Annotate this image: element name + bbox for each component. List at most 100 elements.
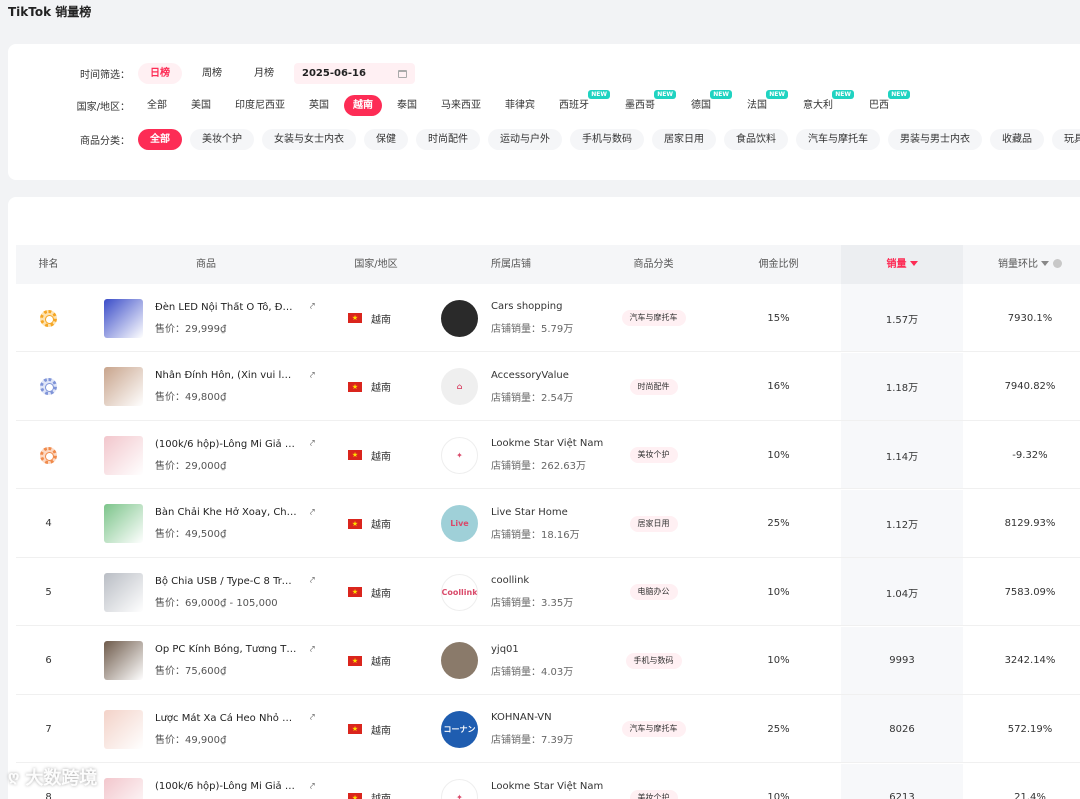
shop-cell[interactable]: ✦ Lookme Star Việt Nam店铺销量：: [441, 764, 611, 799]
country-name: 越南: [371, 520, 391, 531]
shop-cell[interactable]: ✦ Lookme Star Việt Nam 店铺销量：262.63万: [441, 421, 611, 489]
shop-name[interactable]: Live Star Home: [491, 507, 580, 518]
product-cell[interactable]: (100k/6 hộp)-Lông Mi Giả Siêu Tự Nhiên ⤤ 售…: [104, 421, 319, 489]
shop-avatar[interactable]: ✦: [441, 436, 478, 474]
external-link-icon[interactable]: ⤤: [310, 576, 315, 586]
table-row[interactable]: 6 Ốp PC Kính Bóng, Tương Thích iPhone ⤤ 售价：…: [16, 626, 1080, 695]
product-cell[interactable]: Đèn LED Nội Thất Ô Tô, Đèn Trang Trí ⤤ 售价：…: [104, 284, 319, 352]
table-row[interactable]: 5 Bộ Chia USB / Type-C 8 Trong 1 ⤤ 售价：69,00…: [16, 558, 1080, 626]
product-cell[interactable]: Nhẫn Đính Hôn, (Xin vui lòng ghi chú siz…: [104, 353, 319, 421]
external-link-icon[interactable]: ⤤: [310, 508, 315, 518]
region-option[interactable]: 西班牙 NEW: [550, 90, 610, 116]
shop-cell[interactable]: ⌂ AccessoryValue 店铺销量：2.54万: [441, 353, 611, 421]
shop-name[interactable]: KOHNAN-VN: [491, 712, 573, 723]
table-row[interactable]: (100k/6 hộp)-Lông Mi Giả Siêu Tự Nhiên ⤤ 售…: [16, 421, 1080, 489]
product-cell[interactable]: (100k/6 hộp)-Lông Mi Giả Kiểu Hàn Quốc⤤售…: [104, 764, 319, 799]
external-link-icon[interactable]: ⤤: [310, 371, 315, 381]
shop-avatar[interactable]: [441, 642, 478, 679]
table-row[interactable]: Đèn LED Nội Thất Ô Tô, Đèn Trang Trí ⤤ 售价：…: [16, 284, 1080, 352]
product-title[interactable]: Đèn LED Nội Thất Ô Tô, Đèn Trang Trí: [155, 302, 297, 313]
table-row[interactable]: 8 (100k/6 hộp)-Lông Mi Giả Kiểu Hàn Quốc ⤤…: [16, 763, 1080, 799]
region-option[interactable]: 泰国: [388, 95, 426, 116]
category-option[interactable]: 汽车与摩托车: [796, 129, 880, 150]
region-option[interactable]: 印度尼西亚: [226, 95, 294, 116]
product-title[interactable]: (100k/6 hộp)-Lông Mi Giả Siêu Tự Nhiên: [155, 439, 297, 450]
shop-avatar[interactable]: [441, 299, 478, 337]
shop-name[interactable]: AccessoryValue: [491, 370, 573, 381]
product-cell[interactable]: Bộ Chia USB / Type-C 8 Trong 1 ⤤ 售价：69,000…: [104, 558, 319, 626]
region-cell: ★ 越南: [348, 627, 428, 695]
shop-cell[interactable]: Live Live Star Home 店铺销量：18.16万: [441, 490, 611, 558]
header-sales-sort[interactable]: 销量: [841, 245, 963, 284]
product-thumbnail[interactable]: [104, 298, 143, 338]
shop-cell[interactable]: コーナン KOHNAN-VN 店铺销量：7.39万: [441, 695, 611, 763]
product-cell[interactable]: Lược Mát Xa Cá Heo Nhỏ 4 Trong 1 ⤤ 售价：49,9…: [104, 695, 319, 763]
product-thumbnail[interactable]: [104, 778, 143, 799]
shop-name[interactable]: Lookme Star Việt Nam: [491, 438, 603, 449]
shop-avatar[interactable]: ⌂: [441, 368, 478, 405]
product-cell[interactable]: Ốp PC Kính Bóng, Tương Thích iPhone ⤤ 售价：7…: [104, 627, 319, 695]
category-option[interactable]: 居家日用: [652, 129, 716, 150]
shop-avatar[interactable]: Coollink: [441, 573, 478, 611]
category-option[interactable]: 时尚配件: [416, 129, 480, 150]
region-option[interactable]: 马来西亚: [432, 95, 490, 116]
product-title[interactable]: Bàn Chải Khe Hở Xoay, Chổi Vệ Sinh: [155, 507, 297, 518]
time-option-day[interactable]: 日榜: [138, 63, 182, 84]
region-option[interactable]: 德国 NEW: [682, 90, 732, 116]
shop-name[interactable]: yjq01: [491, 644, 573, 655]
region-option[interactable]: 英国: [300, 95, 338, 116]
category-option[interactable]: 全部: [138, 129, 182, 150]
region-option[interactable]: 墨西哥 NEW: [616, 90, 676, 116]
region-option[interactable]: 菲律宾: [496, 95, 544, 116]
category-option[interactable]: 收藏品: [990, 129, 1044, 150]
table-row[interactable]: Nhẫn Đính Hôn, (Xin vui lòng ghi chú siz…: [16, 352, 1080, 421]
time-option-month[interactable]: 月榜: [242, 63, 286, 84]
product-thumbnail[interactable]: [104, 641, 143, 680]
product-thumbnail[interactable]: [104, 572, 143, 612]
region-option[interactable]: 全部: [138, 95, 176, 116]
external-link-icon[interactable]: ⤤: [310, 439, 315, 449]
category-option[interactable]: 女装与女士内衣: [262, 129, 356, 150]
shop-cell[interactable]: Coollink coollink 店铺销量：3.35万: [441, 558, 611, 626]
category-option[interactable]: 运动与户外: [488, 129, 562, 150]
category-option[interactable]: 食品饮料: [724, 129, 788, 150]
time-option-week[interactable]: 周榜: [190, 63, 234, 84]
category-option[interactable]: 美妆个护: [190, 129, 254, 150]
product-thumbnail[interactable]: [104, 367, 143, 406]
region-option[interactable]: 美国: [182, 95, 220, 116]
shop-name[interactable]: Lookme Star Việt Nam: [491, 781, 603, 792]
region-option[interactable]: 越南: [344, 95, 382, 116]
header-growth-sort[interactable]: 销量环比: [966, 245, 1080, 284]
category-option[interactable]: 玩具和爱好: [1052, 129, 1080, 150]
shop-name[interactable]: coollink: [491, 575, 573, 586]
table-row[interactable]: 7 Lược Mát Xa Cá Heo Nhỏ 4 Trong 1 ⤤ 售价：49,…: [16, 695, 1080, 763]
info-icon[interactable]: [1053, 259, 1062, 268]
region-option[interactable]: 巴西 NEW: [860, 90, 910, 116]
shop-cell[interactable]: yjq01 店铺销量：4.03万: [441, 627, 611, 695]
region-option[interactable]: 法国 NEW: [738, 90, 788, 116]
date-picker[interactable]: 2025-06-16: [294, 63, 415, 84]
shop-avatar[interactable]: ✦: [441, 779, 478, 799]
external-link-icon[interactable]: ⤤: [310, 302, 315, 312]
shop-cell[interactable]: Cars shopping 店铺销量：5.79万: [441, 284, 611, 352]
category-option[interactable]: 手机与数码: [570, 129, 644, 150]
category-option[interactable]: 保健: [364, 129, 408, 150]
product-title[interactable]: (100k/6 hộp)-Lông Mi Giả Kiểu Hàn Quốc: [155, 781, 297, 792]
product-thumbnail[interactable]: [104, 504, 143, 543]
external-link-icon[interactable]: ⤤: [310, 713, 315, 723]
product-title[interactable]: Ốp PC Kính Bóng, Tương Thích iPhone: [155, 644, 297, 655]
product-thumbnail[interactable]: [104, 709, 143, 749]
product-title[interactable]: Nhẫn Đính Hôn, (Xin vui lòng ghi chú siz…: [155, 370, 297, 381]
region-option[interactable]: 意大利 NEW: [794, 90, 854, 116]
shop-name[interactable]: Cars shopping: [491, 301, 573, 312]
external-link-icon[interactable]: ⤤: [310, 645, 315, 655]
external-link-icon[interactable]: ⤤: [310, 782, 315, 792]
table-row[interactable]: 4 Bàn Chải Khe Hở Xoay, Chổi Vệ Sinh ⤤ 售价：4…: [16, 489, 1080, 558]
shop-avatar[interactable]: Live: [441, 505, 478, 542]
product-cell[interactable]: Bàn Chải Khe Hở Xoay, Chổi Vệ Sinh ⤤ 售价：49…: [104, 490, 319, 558]
product-title[interactable]: Lược Mát Xa Cá Heo Nhỏ 4 Trong 1: [155, 713, 297, 724]
product-thumbnail[interactable]: [104, 435, 143, 475]
product-title[interactable]: Bộ Chia USB / Type-C 8 Trong 1: [155, 576, 297, 587]
shop-avatar[interactable]: コーナン: [441, 710, 478, 748]
category-option[interactable]: 男装与男士内衣: [888, 129, 982, 150]
